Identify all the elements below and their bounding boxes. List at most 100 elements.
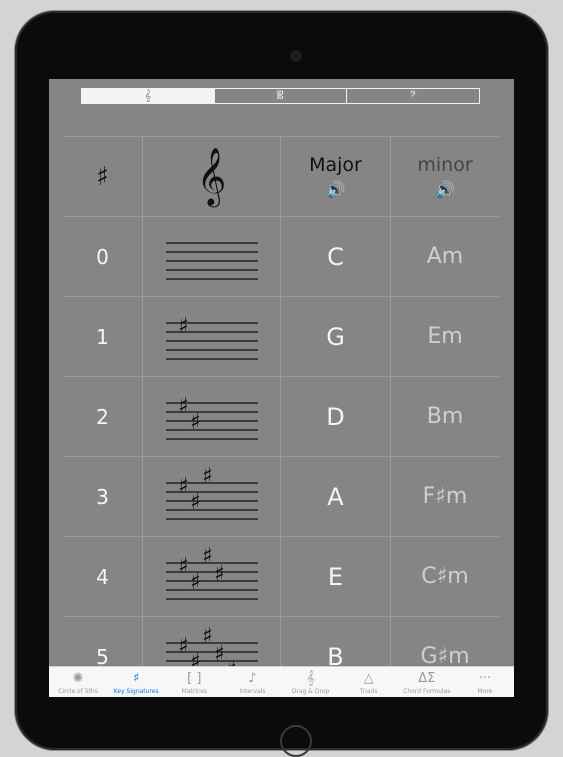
staff-icon: ♯♯♯♯ [165,547,258,600]
sharp-symbol: ♯ [190,410,201,435]
sharp-symbol: ♯ [214,642,225,667]
sharp-count-cell: 1 [63,297,143,376]
sharp-symbol: ♯ [214,562,225,587]
sharp-count: 0 [96,244,109,269]
major-key: E [327,562,344,591]
minor-key-cell[interactable]: Bm [391,377,499,456]
camera-dot [292,52,300,60]
triangle-icon: △ [363,671,374,686]
circle-of-fifths-icon: ✺ [72,671,84,686]
major-header[interactable]: Major 🔊 [281,137,391,216]
sharp-symbol: ♯ [178,314,189,339]
key-signature-table: ♯ 𝄞 Major 🔊 minor 🔊 0 C Am 1 ♯ G Em 2 ♯ ♯ D Bm 3 ♯ ♯ ♯ A… [63,137,499,697]
sharp-count-cell: 0 [63,217,143,296]
tab-bar: ✺ Circle of 5ths ♯ Key Signatures [ ] Matrice… [49,666,514,697]
minor-key-cell[interactable]: Em [391,297,499,376]
tab-drag-drop[interactable]: 𝄞 Drag & Drop [282,667,340,697]
bass-clef-segment[interactable]: 𝄢 [347,89,479,103]
speaker-icon[interactable]: 🔊 [326,180,346,199]
minor-key: F♯m [422,484,468,509]
sharp-symbol: ♯ [190,570,201,595]
treble-clef-icon: 𝄞 [196,147,227,205]
more-icon: ··· [478,671,492,686]
sharp-symbol: ♯ [202,547,213,569]
major-key: A [327,482,344,511]
tab-label: More [477,688,493,695]
staff-cell: ♯ ♯ [143,377,281,456]
clef-header: 𝄞 [143,137,281,216]
major-key: G [326,322,345,351]
tab-circle-of-5ths[interactable]: ✺ Circle of 5ths [49,667,107,697]
tab-intervals[interactable]: ♪ Intervals [223,667,281,697]
sharp-symbol: ♯ [190,490,201,515]
major-key: D [326,402,345,431]
staff-cell [143,217,281,296]
table-row: 1 ♯ G Em [63,297,499,377]
minor-key: C♯m [421,564,469,589]
sharp-symbol: ♯ [202,467,213,489]
tab-chord-formulas[interactable]: ΔΣ Chord Formulas [398,667,456,697]
sharp-icon: ♯ [96,161,109,192]
tab-triads[interactable]: △ Triads [340,667,398,697]
app-screen: 𝄞 𝄡 𝄢 ♯ 𝄞 Major 🔊 minor 🔊 0 C Am 1 ♯ G E… [49,79,514,697]
alto-clef-segment[interactable]: 𝄡 [215,89,348,103]
drag-drop-icon: 𝄞 [306,671,315,686]
treble-clef-segment[interactable]: 𝄞 [82,89,215,103]
major-key: C [327,242,344,271]
major-key-cell[interactable]: G [281,297,391,376]
minor-key-cell[interactable]: F♯m [391,457,499,536]
staff-cell: ♯ ♯ ♯ [143,457,281,536]
tab-key-signatures[interactable]: ♯ Key Signatures [107,667,165,697]
major-key-cell[interactable]: D [281,377,391,456]
sharp-symbol: ♯ [178,394,189,419]
minor-key: Bm [426,404,464,429]
tab-matrices[interactable]: [ ] Matrices [165,667,223,697]
clef-segmented-control: 𝄞 𝄡 𝄢 [81,88,480,104]
sharp-count: 5 [96,644,109,669]
sharp-count: 1 [96,324,109,349]
minor-key-cell[interactable]: C♯m [391,537,499,616]
sharp-count-cell: 4 [63,537,143,616]
tab-label: Drag & Drop [291,688,330,695]
note-icon: ♪ [248,671,257,686]
minor-header[interactable]: minor 🔊 [391,137,499,216]
minor-label: minor [417,154,473,176]
sharp-symbol: ♯ [178,474,189,499]
major-key-cell[interactable]: A [281,457,391,536]
sharp-symbol: ♯ [178,554,189,579]
staff-icon: ♯♯ [165,394,258,440]
major-key-cell[interactable]: E [281,537,391,616]
tab-label: Triads [359,688,378,695]
brackets-icon: [ ] [187,671,202,686]
table-row: 4 ♯ ♯ ♯ ♯ E C♯m [63,537,499,617]
sharp-count: 2 [96,404,109,429]
major-label: Major [309,154,362,176]
sharp-count: 4 [96,564,109,589]
table-header-row: ♯ 𝄞 Major 🔊 minor 🔊 [63,137,499,217]
minor-key: Em [427,324,463,349]
staff-icon [165,241,258,280]
sharp-count: 3 [96,484,109,509]
tab-more[interactable]: ··· More [456,667,514,697]
table-row: 0 C Am [63,217,499,297]
sharp-symbol: ♯ [178,634,189,659]
tab-label: Chord Formulas [403,688,451,695]
sharp-count-cell: 3 [63,457,143,536]
formula-icon: ΔΣ [418,671,436,686]
minor-key: Am [426,244,464,269]
staff-cell: ♯ ♯ ♯ ♯ [143,537,281,616]
major-key-cell[interactable]: C [281,217,391,296]
sharp-count-cell: 2 [63,377,143,456]
staff-cell: ♯ [143,297,281,376]
tab-label: Matrices [181,688,208,695]
tab-label: Intervals [239,688,266,695]
speaker-icon[interactable]: 🔊 [435,180,455,199]
sharp-icon: ♯ [133,671,140,686]
table-row: 2 ♯ ♯ D Bm [63,377,499,457]
table-row: 3 ♯ ♯ ♯ A F♯m [63,457,499,537]
home-button[interactable] [280,725,312,757]
tab-label: Circle of 5ths [58,688,98,695]
sharp-count-header: ♯ [63,137,143,216]
tab-label: Key Signatures [113,688,159,695]
minor-key-cell[interactable]: Am [391,217,499,296]
